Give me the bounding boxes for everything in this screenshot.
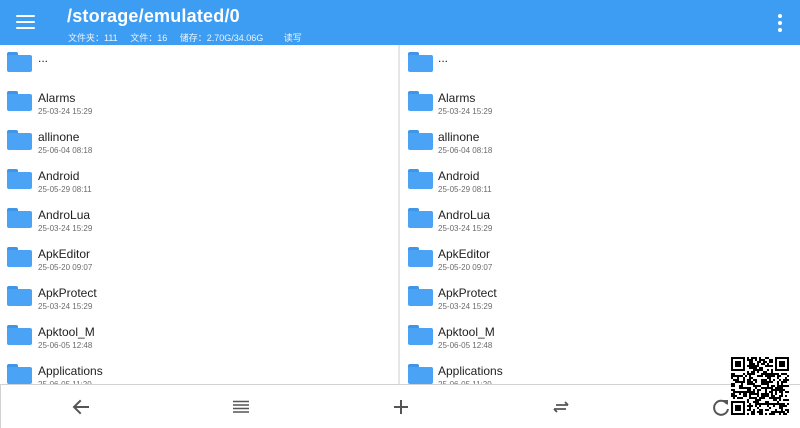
parent-directory-item[interactable]: ...: [0, 45, 398, 84]
file-date: 25-06-04 08:18: [38, 146, 93, 155]
folder-item[interactable]: allinone 25-06-04 08:18: [0, 123, 398, 162]
file-name: Apktool_M: [438, 325, 495, 339]
file-name: ...: [438, 51, 449, 65]
bottom-toolbar: [0, 384, 800, 428]
file-date: 25-03-24 15:29: [438, 224, 493, 233]
file-name: Android: [38, 169, 80, 183]
file-name: Applications: [438, 364, 503, 378]
file-date: 25-05-29 08:11: [438, 185, 492, 194]
file-name: AndroLua: [38, 208, 91, 222]
file-date: 25-03-24 15:29: [38, 224, 93, 233]
folder-item[interactable]: AndroLua 25-03-24 15:29: [400, 201, 800, 240]
folder-item[interactable]: Android 25-05-29 08:11: [0, 162, 398, 201]
file-date: 25-03-24 15:29: [38, 302, 93, 311]
folder-item[interactable]: ApkEditor 25-05-20 09:07: [400, 240, 800, 279]
file-name: ApkEditor: [38, 247, 91, 261]
folder-count: 文件夹：111: [68, 33, 118, 43]
folder-icon: [7, 364, 32, 384]
file-date: 25-03-24 15:29: [38, 107, 93, 116]
folder-icon: [408, 364, 433, 384]
file-date: 25-05-20 09:07: [438, 263, 493, 272]
folder-item[interactable]: ApkEditor 25-05-20 09:07: [0, 240, 398, 279]
overflow-menu-icon[interactable]: [772, 12, 788, 34]
file-name: ...: [38, 51, 49, 65]
access-mode: 读写: [283, 33, 302, 43]
left-file-pane: ... Alarms 25-03-24 15:29 allinone 25-06-04…: [0, 45, 398, 384]
file-name: AndroLua: [438, 208, 491, 222]
folder-item[interactable]: AndroLua 25-03-24 15:29: [0, 201, 398, 240]
folder-icon: [408, 208, 433, 228]
folder-item[interactable]: ApkProtect 25-03-24 15:29: [0, 279, 398, 318]
file-name: ApkEditor: [438, 247, 491, 261]
file-name: Android: [438, 169, 480, 183]
parent-directory-item[interactable]: ...: [400, 45, 800, 84]
folder-icon: [7, 286, 32, 306]
folder-item[interactable]: Apktool_M 25-06-05 12:48: [0, 318, 398, 357]
storage-usage: 储存：2.70G/34.06G: [179, 33, 264, 43]
folder-icon: [7, 169, 32, 189]
file-name: Apktool_M: [38, 325, 95, 339]
file-date: 25-06-05 12:48: [38, 341, 93, 350]
folder-icon: [408, 169, 433, 189]
back-arrow-icon[interactable]: [68, 395, 94, 419]
top-app-bar: /storage/emulated/0 文件夹：111 文件：16 储存：2.7…: [0, 0, 800, 45]
storage-stats: 文件夹：111 文件：16 储存：2.70G/34.06G 读写: [68, 31, 312, 44]
file-date: 25-03-24 15:29: [438, 302, 493, 311]
plus-icon[interactable]: [388, 395, 414, 419]
file-name: Alarms: [438, 91, 476, 105]
folder-icon: [7, 91, 32, 111]
file-name: Applications: [38, 364, 103, 378]
folder-icon: [408, 247, 433, 267]
folder-icon: [408, 130, 433, 150]
folder-item[interactable]: Apktool_M 25-06-05 12:48: [400, 318, 800, 357]
folder-icon: [7, 130, 32, 150]
folder-item[interactable]: Alarms 25-03-24 15:29: [400, 84, 800, 123]
folder-icon: [408, 52, 433, 72]
folder-item[interactable]: Alarms 25-03-24 15:29: [0, 84, 398, 123]
file-name: ApkProtect: [438, 286, 497, 300]
list-icon[interactable]: [228, 395, 254, 419]
current-path: /storage/emulated/0: [67, 6, 240, 26]
file-name: allinone: [438, 130, 480, 144]
file-name: allinone: [38, 130, 80, 144]
folder-item[interactable]: allinone 25-06-04 08:18: [400, 123, 800, 162]
qr-code: [731, 357, 789, 415]
hamburger-menu-icon[interactable]: [12, 10, 40, 34]
folder-item[interactable]: Applications25-06-05 11:20: [0, 357, 398, 384]
folder-icon: [408, 91, 433, 111]
right-file-list: Alarms 25-03-24 15:29 allinone 25-06-04 08:…: [400, 84, 800, 384]
right-file-pane: ... Alarms 25-03-24 15:29 allinone 25-06-04…: [400, 45, 800, 384]
folder-icon: [7, 325, 32, 345]
file-date: 25-05-20 09:07: [38, 263, 93, 272]
file-name: Alarms: [38, 91, 76, 105]
folder-icon: [7, 208, 32, 228]
file-date: 25-06-04 08:18: [438, 146, 493, 155]
folder-item[interactable]: Android 25-05-29 08:11: [400, 162, 800, 201]
left-file-list: Alarms 25-03-24 15:29 allinone 25-06-04 08:…: [0, 84, 398, 384]
folder-icon: [7, 52, 32, 72]
folder-icon: [7, 247, 32, 267]
file-name: ApkProtect: [38, 286, 97, 300]
folder-item[interactable]: ApkProtect 25-03-24 15:29: [400, 279, 800, 318]
file-count: 文件：16: [130, 33, 168, 43]
file-date: 25-06-05 12:48: [438, 341, 493, 350]
folder-icon: [408, 325, 433, 345]
swap-icon[interactable]: [548, 395, 574, 419]
file-date: 25-05-29 08:11: [38, 185, 92, 194]
file-date: 25-03-24 15:29: [438, 107, 493, 116]
folder-icon: [408, 286, 433, 306]
